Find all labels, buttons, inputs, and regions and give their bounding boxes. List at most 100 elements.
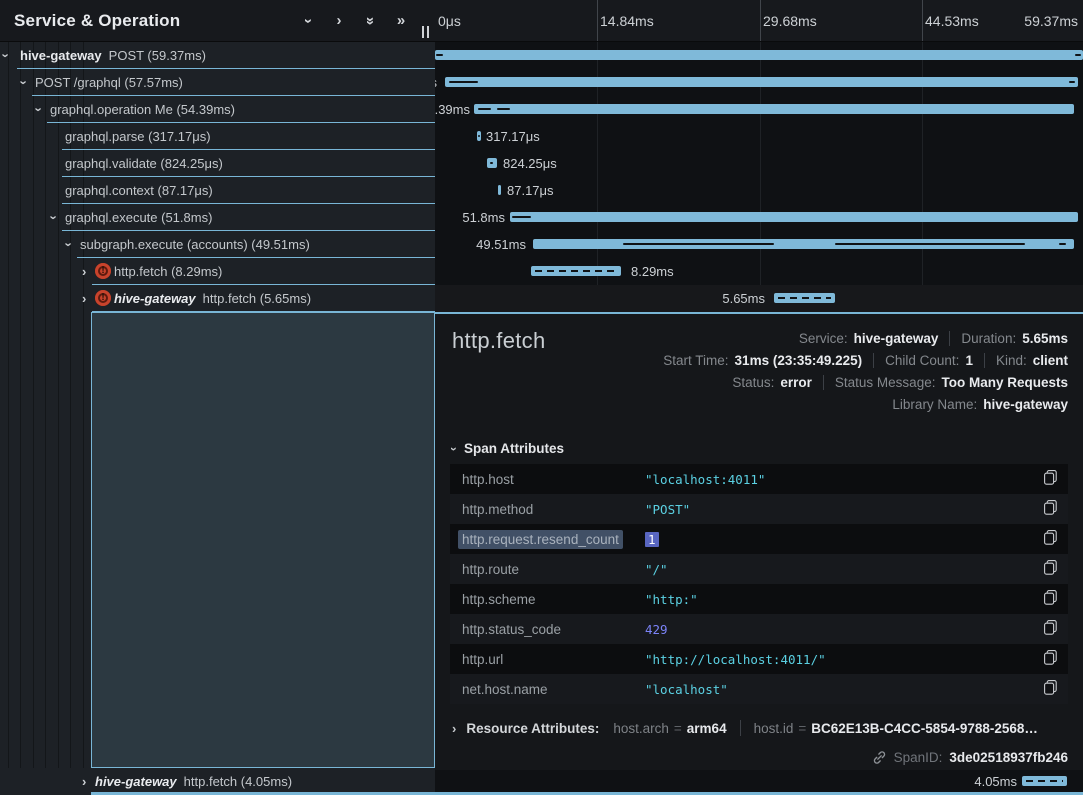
meta-line: Status:errorStatus Message:Too Many Requ… [663,371,1068,393]
bar-duration-label: 54.39ms [435,96,470,123]
bar-duration-label: 824.25μs [503,150,557,177]
bar-child-mark [478,135,480,137]
meta-label: Status: [732,375,774,390]
meta-line: Start Time:31ms (23:35:49.225)Child Coun… [663,349,1068,371]
timeline-body: 57.57ms54.39ms317.17μs824.25μs87.17μs51.… [435,42,1083,312]
copy-icon[interactable] [1038,680,1062,698]
timeline-row [435,42,1083,69]
attribute-value: 1 [645,532,1038,547]
chevron-right-icon[interactable]: › [82,264,86,279]
chevron-down-icon[interactable]: › [47,215,62,219]
meta-label: Child Count: [885,353,959,368]
copy-icon[interactable] [1038,470,1062,488]
span-detail-title: http.fetch [452,328,546,354]
expand-all-icon[interactable]: » [393,13,409,29]
resource-attributes-row[interactable]: › Resource Attributes: host.arch=arm64ho… [452,713,1068,743]
span-duration-bar[interactable] [1022,776,1067,786]
bar-child-mark [1069,81,1075,83]
chevron-down-icon[interactable]: › [0,53,14,57]
meta-value: error [780,375,812,390]
tree-row[interactable]: › hive-gatewayhttp.fetch (4.05ms) [0,768,435,795]
chevron-down-icon[interactable]: › [17,80,32,84]
copy-icon[interactable] [1038,590,1062,608]
timeline-panel: 0μs14.84ms29.68ms44.53ms59.37ms 57.57ms5… [435,0,1083,795]
chevron-right-icon: › [452,721,456,736]
resource-attributes-items: host.arch=arm64host.id=BC62E13B-C4CC-585… [613,720,1038,736]
error-status-icon: ! [95,263,111,279]
meta-separator [984,353,985,368]
attribute-value: "localhost:4011" [645,472,1038,487]
tree-row[interactable]: ›graphql.execute (51.8ms) [0,204,435,231]
copy-icon[interactable] [1038,560,1062,578]
tree-row[interactable]: ›subgraph.execute (accounts) (49.51ms) [0,231,435,258]
timeline-rows: 57.57ms54.39ms317.17μs824.25μs87.17μs51.… [435,42,1083,312]
span-duration-bar[interactable] [510,212,1078,222]
attribute-row: http.method"POST" [450,494,1068,524]
span-id-label: SpanID: [894,750,943,765]
meta-value: hive-gateway [854,331,939,346]
meta-value: hive-gateway [983,397,1068,412]
resource-attributes-header: Resource Attributes: [466,721,599,736]
timeline-row: 54.39ms [435,96,1083,123]
bar-duration-label: 49.51ms [476,231,526,258]
tree-row[interactable]: graphql.parse (317.17μs) [0,123,435,150]
meta-label: Start Time: [663,353,728,368]
chevron-down-icon[interactable]: › [62,242,77,246]
copy-icon[interactable] [1038,530,1062,548]
span-attributes-header[interactable]: › Span Attributes [452,441,564,456]
link-icon[interactable] [872,750,887,765]
timeline-row: 8.29ms [435,258,1083,285]
tree-row-label: subgraph.execute (accounts) (49.51ms) [80,231,310,258]
chevron-right-icon[interactable]: › [82,291,86,306]
span-detail-panel: http.fetch Service:hive-gatewayDuration:… [435,312,1083,770]
attribute-key: net.host.name [450,682,645,697]
collapse-all-icon[interactable]: » [362,13,378,29]
collapse-one-icon[interactable]: › [300,13,316,29]
tree-row[interactable]: ›!http.fetch (8.29ms) [0,258,435,285]
tree-row-label: graphql.operation Me (54.39ms) [50,96,235,123]
span-duration-bar[interactable] [474,104,1074,114]
tree-row-label: graphql.context (87.17μs) [65,177,213,204]
tree-row[interactable]: ›graphql.operation Me (54.39ms) [0,96,435,123]
resource-key: host.arch [613,721,669,736]
tree-row[interactable]: graphql.context (87.17μs) [0,177,435,204]
bar-child-mark [490,162,493,164]
chevron-right-icon[interactable]: › [82,774,86,789]
tree-toolbar: › › » » [300,13,409,29]
span-id-row: SpanID: 3de02518937fb246 [872,750,1068,765]
copy-icon[interactable] [1038,500,1062,518]
span-duration-bar[interactable] [531,266,621,276]
timeline-row: 87.17μs [435,177,1083,204]
copy-icon[interactable] [1038,650,1062,668]
chevron-down-icon[interactable]: › [32,107,47,111]
span-duration-bar[interactable] [774,293,835,303]
meta-value: 1 [965,353,973,368]
attribute-row: net.host.name"localhost" [450,674,1068,704]
tree-row[interactable]: ›!hive-gatewayhttp.fetch (5.65ms) [0,285,435,312]
service-name: hive-gateway [95,774,177,789]
tree-row[interactable]: ›hive-gatewayPOST (59.37ms) [0,42,435,69]
attribute-row: http.status_code429 [450,614,1068,644]
bar-child-mark [497,108,510,110]
tree-row-label: hive-gatewayhttp.fetch (4.05ms) [95,768,292,795]
tree-row-label: graphql.parse (317.17μs) [65,123,211,150]
panel-resize-handle[interactable] [422,26,429,38]
expand-one-icon[interactable]: › [331,13,347,29]
tree-row-label: graphql.execute (51.8ms) [65,204,212,231]
meta-label: Status Message: [835,375,936,390]
attribute-key: http.method [450,502,645,517]
span-duration-bar[interactable] [435,50,1083,60]
tree-row[interactable]: ›POST /graphql (57.57ms) [0,69,435,96]
tree-row[interactable]: graphql.validate (824.25μs) [0,150,435,177]
span-duration-bar[interactable] [498,185,501,195]
timeline-row: 57.57ms [435,69,1083,96]
equals-sign: = [674,721,682,736]
bar-child-mark [623,243,774,245]
span-duration-bar[interactable] [445,77,1078,87]
attribute-row: http.host"localhost:4011" [450,464,1068,494]
meta-label: Library Name: [892,397,977,412]
timeline-row: 51.8ms [435,204,1083,231]
attribute-value: "POST" [645,502,1038,517]
axis-separator [760,0,761,41]
copy-icon[interactable] [1038,620,1062,638]
